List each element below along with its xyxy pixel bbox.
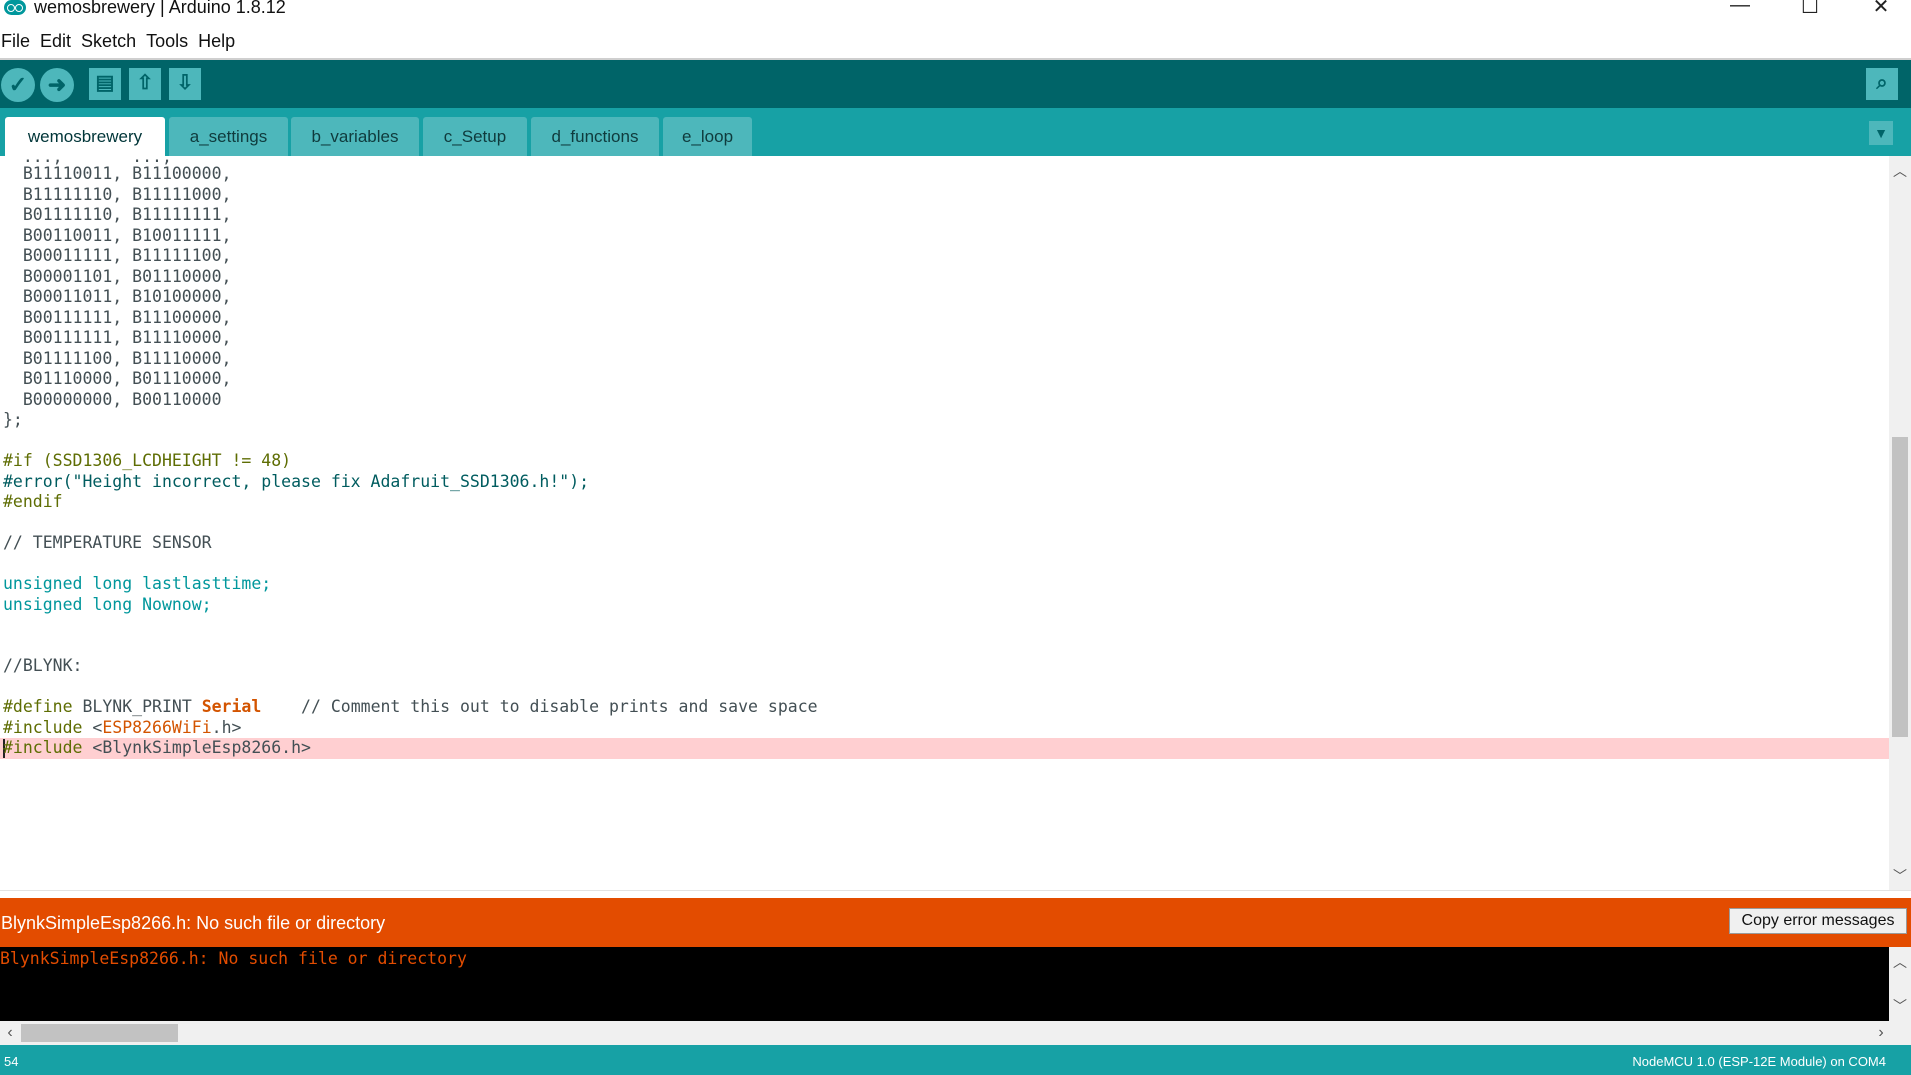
- code-line: B11110011, B11100000,: [3, 164, 232, 183]
- scroll-down-icon[interactable]: ﹀: [1889, 866, 1911, 886]
- code-line: B00111111, B11100000,: [3, 307, 232, 327]
- minimize-button[interactable]: —: [1710, 0, 1770, 18]
- code-line: unsigned long lastlasttime;: [3, 574, 272, 593]
- console-vertical-scrollbar[interactable]: ︿ ﹀: [1889, 947, 1911, 1021]
- verify-button[interactable]: ✓: [1, 68, 35, 102]
- document-icon: ▤: [95, 72, 115, 94]
- code-line: #endif: [3, 492, 63, 511]
- menu-help[interactable]: Help: [198, 31, 235, 52]
- magnifier-icon: ⌕: [1876, 72, 1888, 94]
- scroll-down-icon[interactable]: ﹀: [1889, 997, 1911, 1015]
- scroll-up-icon[interactable]: ︿: [1889, 161, 1911, 181]
- scroll-up-icon[interactable]: ︿: [1889, 953, 1911, 971]
- code-line: B11111110, B11111000,: [3, 184, 232, 204]
- tab-menu-button[interactable]: ▼: [1869, 121, 1893, 145]
- code-line: //BLYNK:: [3, 656, 83, 675]
- error-message: BlynkSimpleEsp8266.h: No such file or di…: [1, 913, 386, 933]
- board-port-info: NodeMCU 1.0 (ESP-12E Module) on COM4: [1632, 1054, 1886, 1069]
- code-line: // TEMPERATURE SENSOR: [3, 533, 212, 552]
- upload-button[interactable]: ➜: [40, 68, 74, 102]
- tab-wemosbrewery[interactable]: wemosbrewery: [5, 117, 165, 156]
- code-line: B00111111, B11110000,: [3, 328, 232, 347]
- chevron-down-icon: ▼: [1874, 125, 1888, 141]
- menu-tools[interactable]: Tools: [146, 31, 188, 52]
- arrow-up-icon: ⇧: [136, 72, 154, 94]
- editor-vertical-scrollbar[interactable]: ︿ ﹀: [1889, 156, 1911, 890]
- code-line: B01110000, B01110000,: [3, 369, 232, 388]
- scroll-thumb[interactable]: [21, 1024, 178, 1042]
- scroll-left-icon[interactable]: ‹: [0, 1021, 20, 1045]
- serial-monitor-button[interactable]: ⌕: [1866, 68, 1898, 100]
- tab-e-loop[interactable]: e_loop: [663, 117, 752, 156]
- code-line: #include <ESP8266WiFi.h>: [3, 717, 242, 737]
- close-button[interactable]: ✕: [1851, 0, 1911, 18]
- arrow-right-icon: ➜: [47, 72, 67, 97]
- code-line: B01111110, B11111111,: [3, 205, 232, 224]
- open-sketch-button[interactable]: ⇧: [129, 68, 161, 100]
- code-line: B01111100, B11110000,: [3, 348, 232, 368]
- code-line: #error("Height incorrect, please fix Ada…: [3, 471, 590, 491]
- tab-bar: wemosbrewery a_settings b_variables c_Se…: [0, 108, 1911, 156]
- copy-error-messages-button[interactable]: Copy error messages: [1729, 908, 1907, 934]
- status-bar: 54 NodeMCU 1.0 (ESP-12E Module) on COM4: [0, 1045, 1911, 1075]
- tab-b-variables[interactable]: b_variables: [291, 117, 419, 156]
- console-horizontal-scrollbar[interactable]: ‹ ›: [0, 1021, 1911, 1045]
- console-error-text: BlynkSimpleEsp8266.h: No such file or di…: [0, 949, 467, 968]
- code-editor[interactable]: ..., ..., B11110011, B11100000, B1111111…: [0, 156, 1889, 890]
- menu-edit[interactable]: Edit: [40, 31, 71, 52]
- scroll-right-icon[interactable]: ›: [1871, 1021, 1891, 1045]
- code-line: #if (SSD1306_LCDHEIGHT != 48): [3, 451, 292, 470]
- error-bar: BlynkSimpleEsp8266.h: No such file or di…: [0, 898, 1911, 947]
- maximize-button[interactable]: ☐: [1780, 0, 1840, 18]
- code-line: unsigned long Nownow;: [3, 594, 212, 614]
- tab-c-setup[interactable]: c_Setup: [423, 117, 527, 156]
- code-line: #define BLYNK_PRINT Serial // Comment th…: [3, 697, 818, 716]
- code-line: B00001101, B01110000,: [3, 266, 232, 286]
- scroll-thumb[interactable]: [1892, 437, 1908, 737]
- new-sketch-button[interactable]: ▤: [89, 68, 121, 100]
- menu-bar: File Edit Sketch Tools Help: [0, 31, 1911, 56]
- save-sketch-button[interactable]: ⇩: [169, 68, 201, 100]
- checkmark-icon: ✓: [8, 72, 28, 97]
- tab-a-settings[interactable]: a_settings: [169, 117, 288, 156]
- arduino-logo-icon: [4, 0, 26, 15]
- arrow-down-icon: ⇩: [176, 72, 194, 94]
- console-output[interactable]: BlynkSimpleEsp8266.h: No such file or di…: [0, 947, 1889, 1021]
- code-line: B00110011, B10011111,: [3, 225, 232, 245]
- menu-file[interactable]: File: [1, 31, 30, 52]
- menu-sketch[interactable]: Sketch: [81, 31, 136, 52]
- toolbar: ✓ ➜ ▤ ⇧ ⇩ ⌕: [0, 60, 1911, 108]
- code-line: B00000000, B00110000: [3, 389, 222, 409]
- code-line: B00011111, B11111100,: [3, 246, 232, 265]
- code-line: #include <BlynkSimpleEsp8266.h>: [3, 738, 311, 757]
- code-line: };: [3, 410, 23, 429]
- line-number: 54: [4, 1054, 19, 1069]
- editor-console-divider[interactable]: [0, 890, 1911, 898]
- window-title: wemosbrewery | Arduino 1.8.12: [34, 0, 286, 17]
- code-line: B00011011, B10100000,: [3, 287, 232, 306]
- title-bar: wemosbrewery | Arduino 1.8.12 — ☐ ✕: [0, 0, 1911, 19]
- tab-d-functions[interactable]: d_functions: [531, 117, 659, 156]
